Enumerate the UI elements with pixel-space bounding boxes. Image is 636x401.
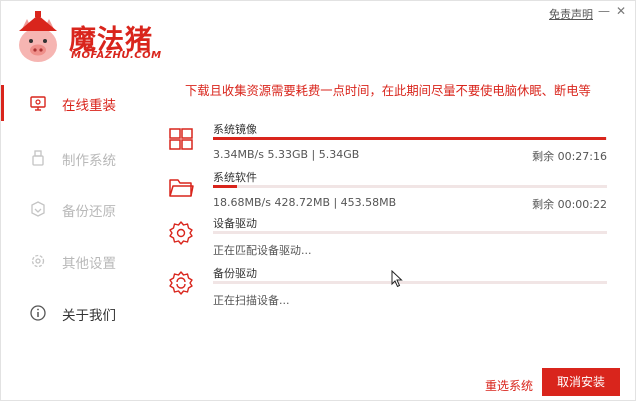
task-info: 18.68MB/s 428.72MB | 453.58MB xyxy=(213,196,397,209)
sidebar-item-about-us[interactable]: 关于我们 xyxy=(1,286,151,338)
monitor-icon xyxy=(30,96,46,111)
sidebar-item-label: 制作系统 xyxy=(62,153,116,169)
task-device-driver: 设备驱动 正在匹配设备驱动... xyxy=(165,215,611,265)
sidebar-item-label: 关于我们 xyxy=(62,308,116,324)
task-name: 系统镜像 xyxy=(213,123,257,136)
task-info: 正在匹配设备驱动... xyxy=(213,244,312,257)
folder-icon xyxy=(169,179,194,197)
task-name: 设备驱动 xyxy=(213,217,257,230)
warning-message: 下载且收集资源需要耗费一点时间，在此期间尽量不要使电脑休眠、断电等 xyxy=(185,84,591,98)
sidebar-item-other-settings[interactable]: 其他设置 xyxy=(1,234,151,286)
backup-icon xyxy=(31,201,45,217)
task-system-software: 系统软件 18.68MB/s 428.72MB | 453.58MB 剩余 00… xyxy=(165,169,611,219)
pig-mascot-icon xyxy=(19,11,57,62)
task-info: 3.34MB/s 5.33GB | 5.34GB xyxy=(213,148,360,161)
sidebar-item-backup-restore[interactable]: 备份还原 xyxy=(1,182,151,234)
sidebar-item-make-system[interactable]: 制作系统 xyxy=(1,131,151,183)
driver-gear-icon xyxy=(169,221,193,245)
progress-track xyxy=(213,231,607,234)
sidebar-item-label: 在线重装 xyxy=(62,98,116,114)
gear-icon xyxy=(31,254,45,268)
disclaimer-link[interactable]: 免责声明 xyxy=(549,6,593,22)
task-name: 备份驱动 xyxy=(213,267,257,280)
progress-fill xyxy=(213,137,607,140)
windows-icon xyxy=(169,128,193,150)
task-system-image: 系统镜像 3.34MB/s 5.33GB | 5.34GB 剩余 00:27:1… xyxy=(165,121,611,171)
logo: 魔法猪 MOFAZHU.COM xyxy=(9,9,179,67)
task-info: 正在扫描设备... xyxy=(213,294,290,307)
installer-window: 魔法猪 MOFAZHU.COM 免责声明 — ✕ 在线重装 制作系统 备份还原 … xyxy=(0,0,636,401)
progress-track xyxy=(213,137,607,140)
cancel-install-button[interactable]: 取消安装 xyxy=(542,368,620,396)
backup-driver-icon xyxy=(169,271,193,295)
progress-fill xyxy=(213,185,237,188)
sidebar: 在线重装 制作系统 备份还原 其他设置 关于我们 xyxy=(1,76,151,336)
reselect-system-button[interactable]: 重选系统 xyxy=(485,377,533,394)
progress-track xyxy=(213,185,607,188)
sidebar-item-label: 备份还原 xyxy=(62,204,116,220)
task-remaining: 剩余 00:00:22 xyxy=(532,198,607,211)
task-backup-driver: 备份驱动 正在扫描设备... xyxy=(165,265,611,315)
task-name: 系统软件 xyxy=(213,171,257,184)
header: 魔法猪 MOFAZHU.COM 免责声明 — ✕ xyxy=(1,1,636,71)
usb-icon xyxy=(32,150,44,166)
minimize-button[interactable]: — xyxy=(597,4,611,18)
close-button[interactable]: ✕ xyxy=(614,4,628,18)
active-indicator xyxy=(1,85,4,121)
logo-subtext: MOFAZHU.COM xyxy=(71,50,162,61)
progress-track xyxy=(213,281,607,284)
sidebar-item-online-reinstall[interactable]: 在线重装 xyxy=(1,76,151,128)
task-remaining: 剩余 00:27:16 xyxy=(532,150,607,163)
sidebar-item-label: 其他设置 xyxy=(62,256,116,272)
mouse-cursor-icon xyxy=(391,270,403,288)
info-icon xyxy=(30,305,46,321)
